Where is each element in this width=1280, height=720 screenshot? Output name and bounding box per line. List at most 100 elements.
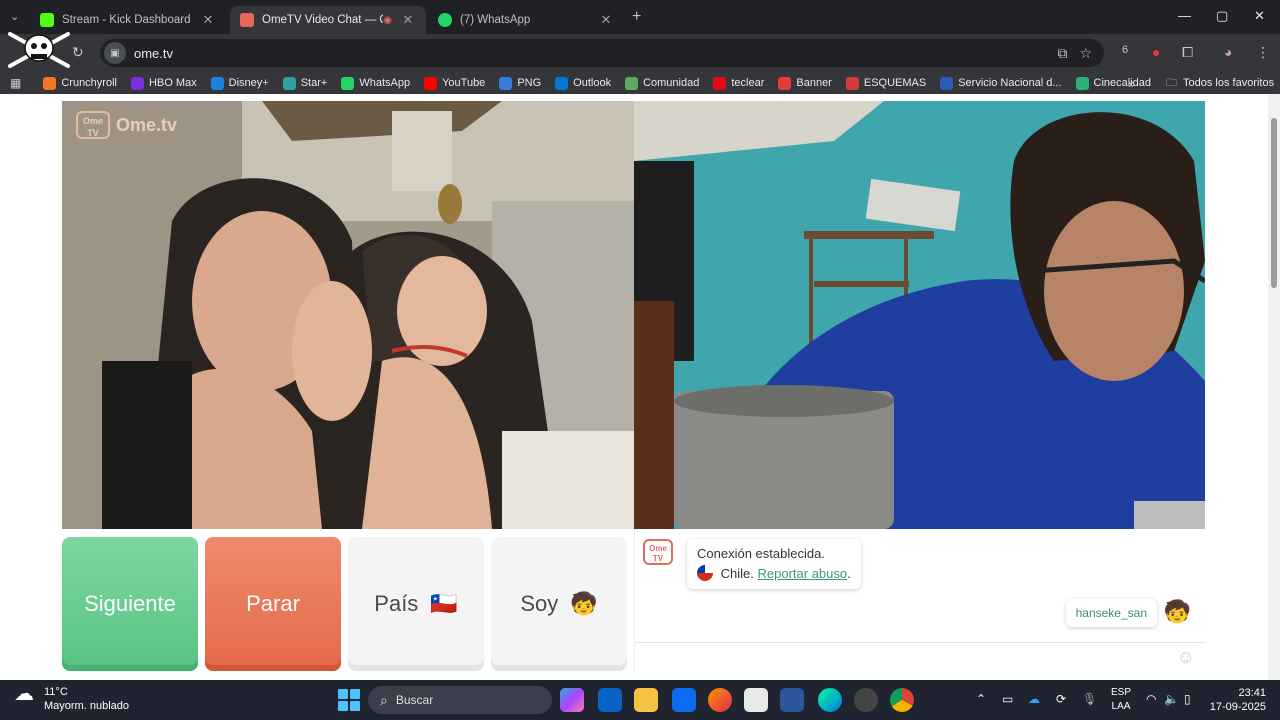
self-video [634,101,1205,529]
menu-kebab-icon[interactable]: ⋮ [1256,44,1270,61]
bookmark-label: Cinecalidad [1093,77,1152,89]
new-tab-button[interactable]: + [632,8,641,26]
skull-crossbones-icon [8,32,70,68]
bookmark-favicon-icon [625,76,639,90]
bookmarks-more-button[interactable]: » [1128,76,1135,91]
clock-time: 23:41 [1238,687,1266,699]
bookmark-banner[interactable]: Banner [778,76,832,90]
user-avatar-icon: 🧒 [1163,599,1191,624]
extension-icon[interactable]: ● [1152,44,1160,60]
obs-icon[interactable] [854,688,878,712]
kick-icon [40,13,54,27]
copilot-icon[interactable] [560,688,584,712]
stop-button[interactable]: Parar [205,537,341,671]
address-bar[interactable]: ▣ ome.tv ⧉ ☆ [100,39,1104,67]
tab-whatsapp[interactable]: (7) WhatsApp ✕ [428,6,624,34]
bookmark-teclear[interactable]: teclear [713,76,764,90]
bookmark-label: YouTube [442,77,486,89]
firefox-icon[interactable] [708,688,732,712]
ometv-watermark: Ome TV Ome.tv [76,111,177,139]
bookmark-favicon-icon [43,76,57,90]
bookmark-esquemas[interactable]: ESQUEMAS [845,76,926,90]
bookmark-whatsapp[interactable]: WhatsApp [341,76,410,90]
bookmark-comunidad[interactable]: Comunidad [625,76,700,90]
volume-icon[interactable]: 🔈 [1164,692,1179,706]
battery-icon[interactable]: ▯ [1184,692,1191,706]
start-button[interactable] [338,689,360,711]
close-icon[interactable]: ✕ [200,12,216,28]
tab-title: Stream - Kick Dashboard [62,14,191,26]
minimize-button[interactable]: — [1178,8,1191,23]
bookmark-label: Outlook [573,77,612,89]
weather-widget[interactable]: ☁ 11°C Mayorm. nublado [14,684,129,713]
bookmark-label: PNG [517,77,542,89]
onedrive-icon[interactable]: ☁ [1028,692,1040,706]
dropbox-icon[interactable] [672,688,696,712]
tab-search-chevron-icon[interactable]: ⌄ [10,10,19,23]
outlook-icon[interactable] [598,688,622,712]
bookmark-disney[interactable]: Disney+ [210,76,269,90]
all-bookmarks-folder[interactable]: 🗀 Todos los favoritos [1166,74,1274,93]
apps-grid-icon[interactable]: ▦ [10,76,21,90]
bookmark-label: HBO Max [148,77,197,89]
emoji-picker-icon[interactable]: ☺ [1177,647,1195,668]
word-icon[interactable] [780,688,804,712]
sync-icon[interactable]: ⟳ [1056,692,1066,706]
close-icon[interactable]: ✕ [598,12,614,28]
clock-date: 17-09-2025 [1209,701,1266,713]
chrome-icon[interactable] [890,688,914,712]
taskbar-search[interactable]: ⌕ Buscar [368,686,552,714]
bookmark-star[interactable]: Star+ [282,76,327,90]
edge-icon[interactable] [818,688,842,712]
tab-ometv[interactable]: OmeTV Video Chat — Ome ◉ ✕ [230,6,426,34]
bookmark-png[interactable]: PNG [499,76,542,90]
bookmark-favicon-icon [499,76,513,90]
country-filter-button[interactable]: País 🇨🇱 [348,537,484,671]
bookmark-cinecalidad[interactable]: Cinecalidad [1075,76,1152,90]
bookmark-outlook[interactable]: Outlook [555,76,612,90]
close-icon[interactable]: ✕ [400,12,416,28]
country-button-label: País [374,591,419,616]
page-scrollbar[interactable] [1268,94,1280,680]
self-video-frame [634,101,1205,529]
next-button[interactable]: Siguiente [62,537,198,671]
extensions-puzzle-icon[interactable]: ⧠ [1182,44,1193,61]
bookmark-label: Comunidad [643,77,700,89]
system-clock[interactable]: 23:41 17-09-2025 [1206,686,1266,714]
tray-overflow-icon[interactable]: ⌃ [976,692,986,706]
bookmark-favicon-icon [341,76,355,90]
microphone-icon[interactable]: 🎙 [1082,692,1097,706]
url-text[interactable]: ome.tv [134,46,1057,61]
amazon-icon[interactable] [744,688,768,712]
windows-taskbar: ☁ 11°C Mayorm. nublado ⌕ Buscar ⌃ ▭ ☁ ⟳ … [0,680,1280,720]
close-window-button[interactable]: ✕ [1254,8,1265,24]
bookmark-hbo-max[interactable]: HBO Max [130,76,197,90]
install-app-icon[interactable]: ⧉ [1057,45,1067,62]
stranger-country-text: Chile. [720,566,754,581]
bookmark-servicio-nacional-d[interactable]: Servicio Nacional d... [940,76,1062,90]
chat-input-field[interactable] [635,642,1206,643]
username-text: hanseke_san [1075,606,1147,620]
bookmark-crunchyroll[interactable]: Crunchyroll [43,76,117,90]
report-abuse-link[interactable]: Reportar abuso [758,566,848,581]
tray-app-icon[interactable]: ▭ [1002,692,1013,706]
tab-title: (7) WhatsApp [460,14,531,26]
file-explorer-icon[interactable] [634,688,658,712]
site-info-icon[interactable]: ▣ [104,42,126,64]
bookmark-favicon-icon [424,76,438,90]
connection-status-text: Conexión establecida. [697,546,825,561]
profile-avatar[interactable]: ◕ [1224,44,1232,60]
gender-select-button[interactable]: Soy 🧒 [491,537,627,671]
extension-badge-icon[interactable]: 6 [1122,44,1128,56]
bookmark-star-icon[interactable]: ☆ [1079,45,1092,62]
language-code: ESP [1110,687,1131,698]
language-indicator[interactable]: ESP LAA [1104,686,1138,714]
maximize-button[interactable]: ▢ [1216,8,1228,24]
scrollbar-thumb[interactable] [1271,118,1277,288]
user-message-bubble: hanseke_san [1065,599,1157,627]
weather-text: Mayorm. nublado [44,700,129,712]
search-placeholder: Buscar [395,693,434,707]
bookmark-favicon-icon [845,76,859,90]
bookmark-youtube[interactable]: YouTube [424,76,486,90]
wifi-icon[interactable]: ◠ [1146,692,1156,706]
